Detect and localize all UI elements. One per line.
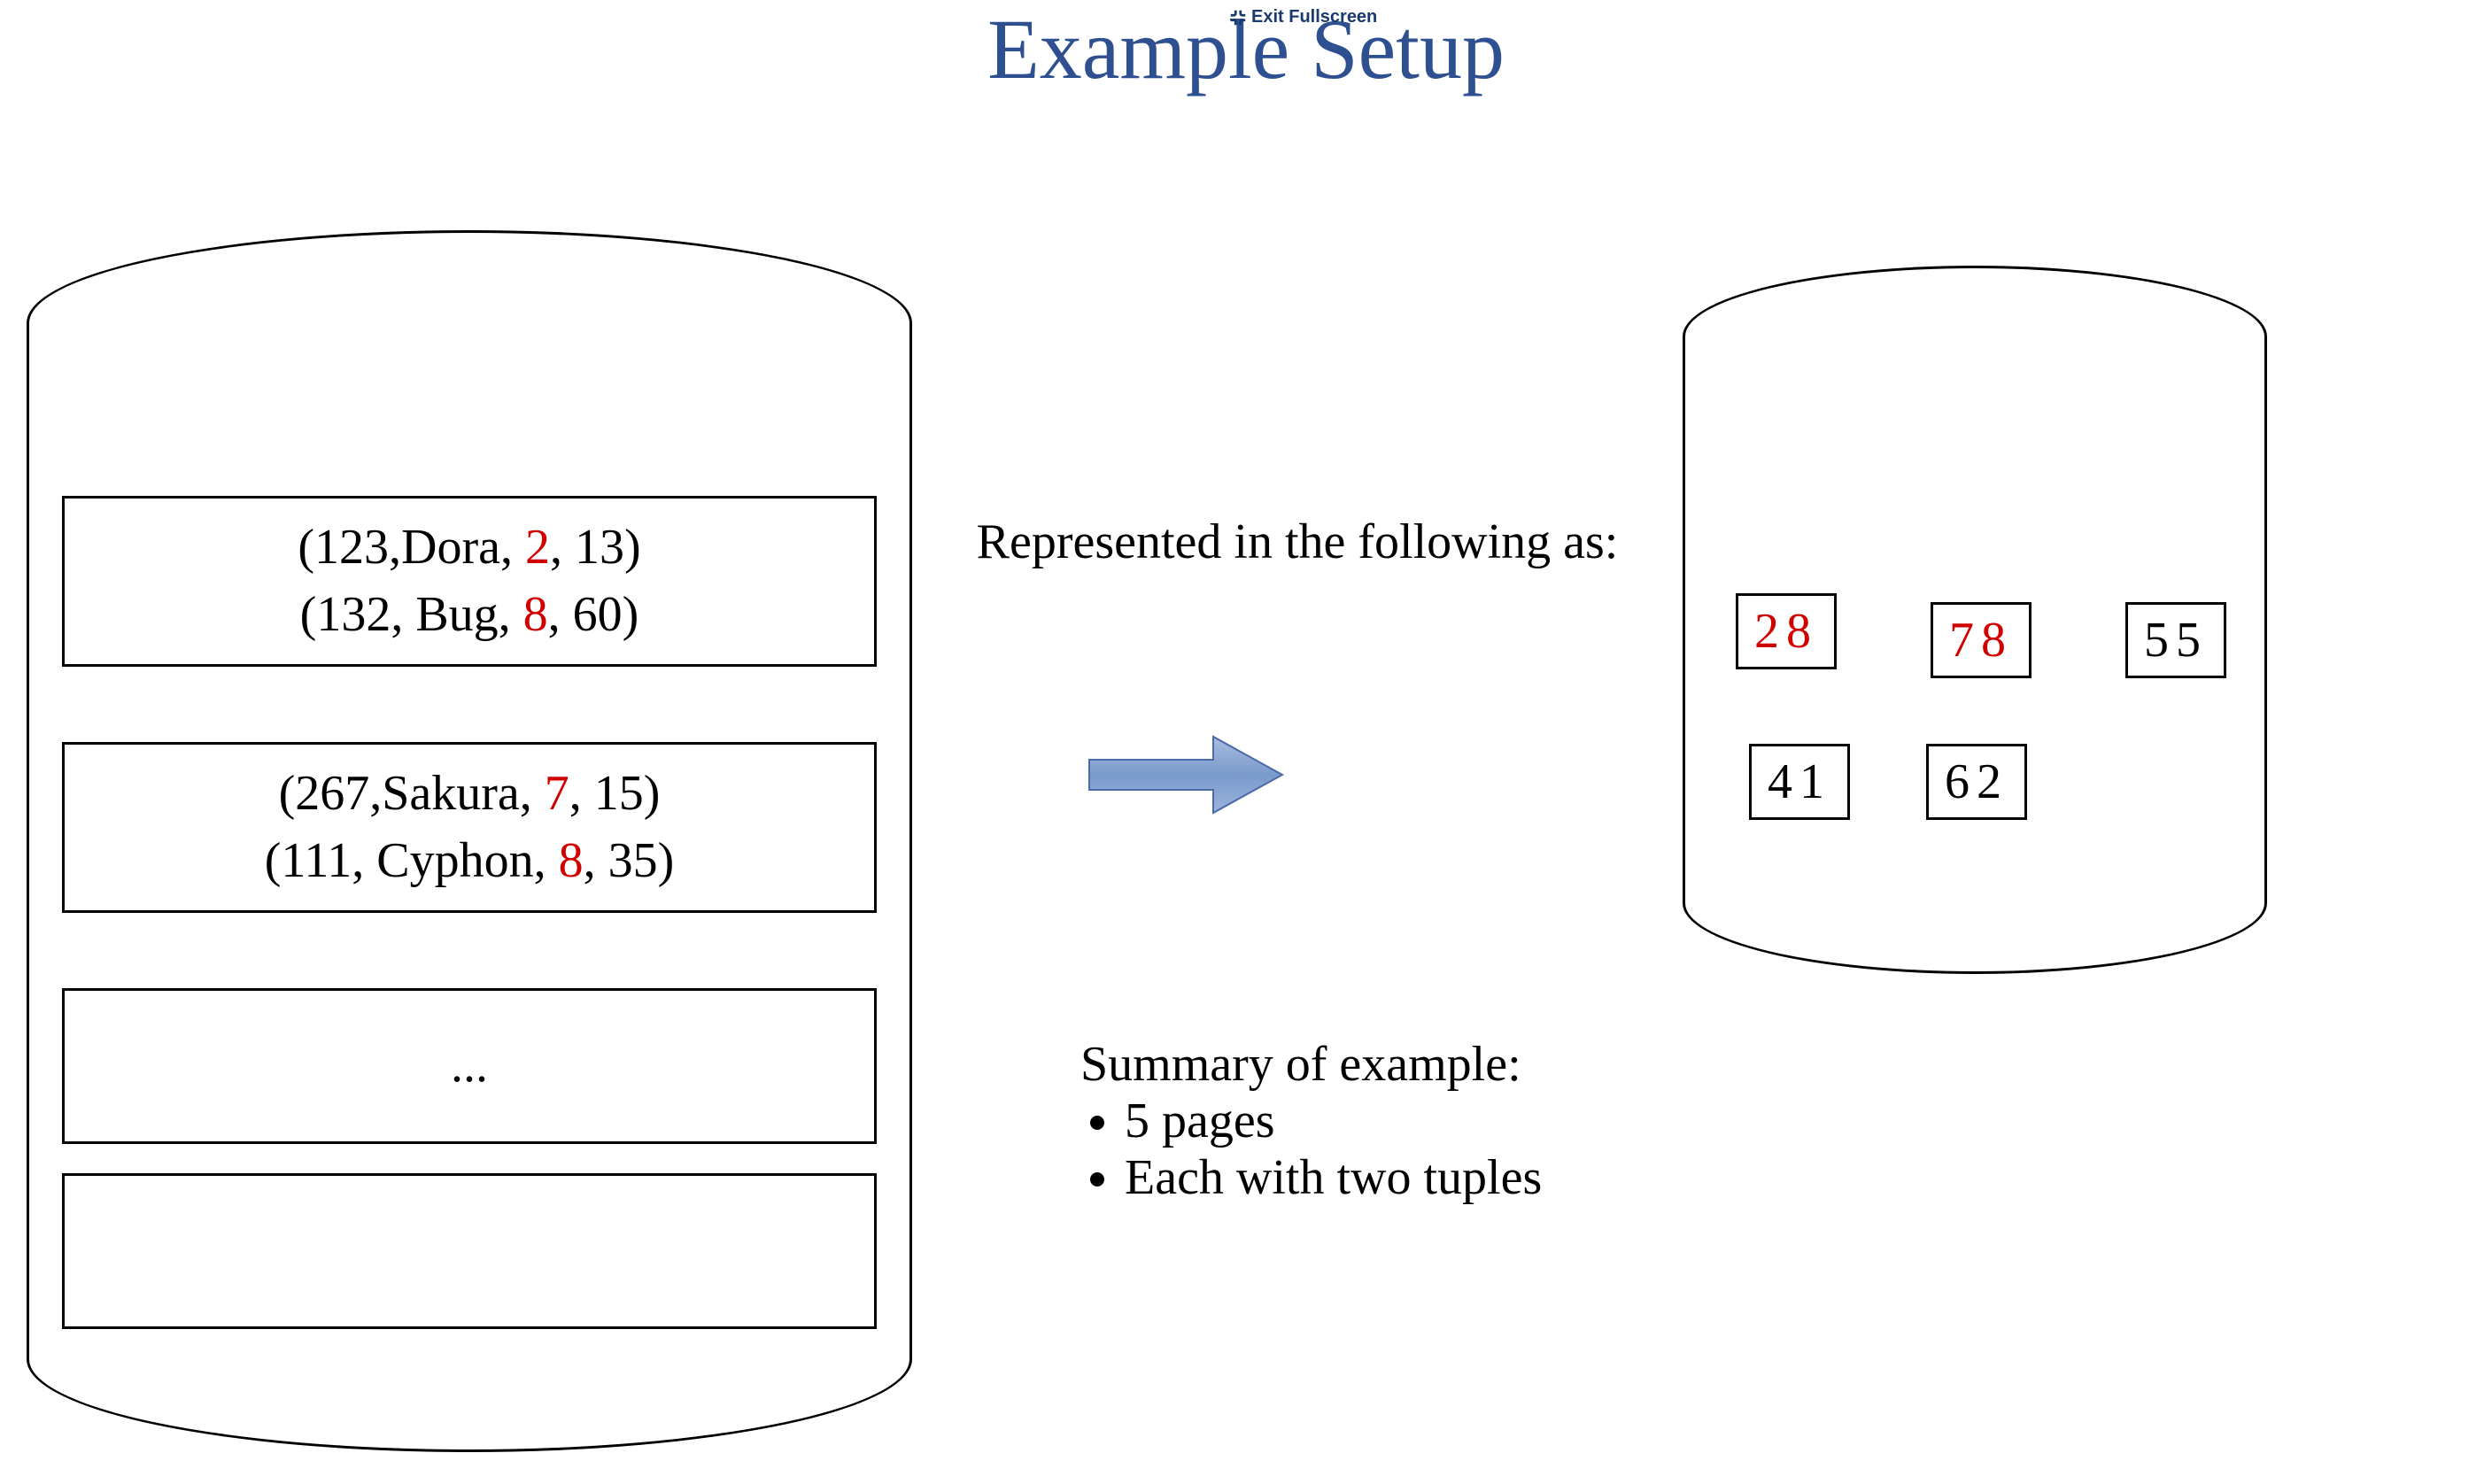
tuple-1a-post: , 13): [550, 520, 641, 575]
representation-caption: Represented in the following as:: [974, 514, 1621, 570]
record-box-2: (267,Sakura, 7, 15) (111, Cyphon, 8, 35): [62, 742, 877, 913]
tuple-1a: (123,Dora, 2, 13): [91, 514, 847, 582]
cylinder-mask: [29, 323, 909, 421]
tuple-2b-highlight: 8: [559, 833, 584, 888]
cylinder-mask: [1685, 336, 2264, 412]
summary-heading: Summary of example:: [1080, 1036, 1542, 1093]
tuple-2a: (267,Sakura, 7, 15): [91, 761, 847, 828]
tuple-1b-pre: (132, Bug,: [300, 587, 523, 642]
tuple-2a-post: , 15): [569, 766, 661, 821]
arrow-icon: [1080, 726, 1293, 823]
tuple-2b: (111, Cyphon, 8, 35): [91, 828, 847, 895]
page-box-4: 41: [1749, 744, 1850, 820]
page-box-1: 28: [1736, 593, 1837, 669]
tuple-2b-pre: (111, Cyphon,: [265, 833, 559, 888]
ellipsis: ...: [451, 1032, 488, 1100]
right-database-cylinder: 28 78 55 41 62: [1683, 266, 2267, 974]
exit-fullscreen-icon: [1228, 8, 1248, 27]
tuple-1b-highlight: 8: [523, 587, 548, 642]
exit-fullscreen-button[interactable]: Exit Fullscreen: [1228, 7, 1377, 27]
page-box-2: 78: [1931, 602, 2032, 678]
record-box-1: (123,Dora, 2, 13) (132, Bug, 8, 60): [62, 496, 877, 667]
tuple-2a-pre: (267,Sakura,: [279, 766, 545, 821]
exit-fullscreen-label: Exit Fullscreen: [1251, 7, 1377, 27]
tuple-1b-post: , 60): [548, 587, 639, 642]
tuple-2a-highlight: 7: [545, 766, 569, 821]
summary-item-2: Each with two tuples: [1125, 1149, 1542, 1206]
record-box-3: ...: [62, 988, 877, 1144]
tuple-1a-highlight: 2: [525, 520, 550, 575]
tuple-1b: (132, Bug, 8, 60): [91, 582, 847, 649]
tuple-2b-post: , 35): [584, 833, 675, 888]
page-box-3: 55: [2125, 602, 2226, 678]
record-box-4: [62, 1173, 877, 1329]
left-database-cylinder: (123,Dora, 2, 13) (132, Bug, 8, 60) (267…: [27, 230, 912, 1452]
tuple-1a-pre: (123,Dora,: [298, 520, 525, 575]
page-box-5: 62: [1926, 744, 2027, 820]
summary-block: Summary of example: 5 pages Each with tw…: [1080, 1036, 1542, 1206]
summary-item-1: 5 pages: [1125, 1093, 1542, 1149]
